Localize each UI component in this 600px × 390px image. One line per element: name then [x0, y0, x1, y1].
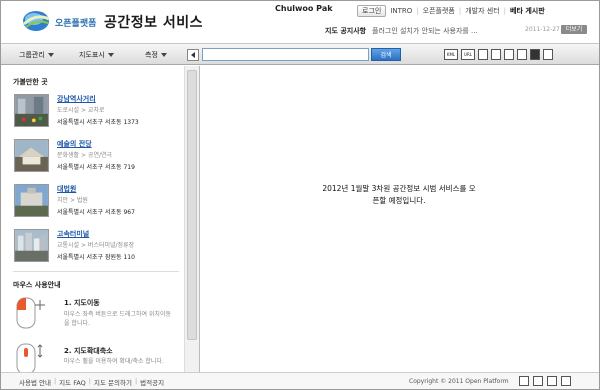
place-item[interactable]: 강남역사거리 도로시설 > 교차로 서울특별시 서초구 서초동 1373 [14, 94, 179, 132]
place-photo[interactable] [14, 184, 49, 217]
place-address: 서울특별시 서초구 서초동 719 [57, 164, 135, 171]
map-view[interactable]: 2012년 1월말 3차원 공간정보 시범 서비스를 오픈할 예정입니다. [201, 66, 599, 372]
chevron-down-icon [107, 53, 114, 57]
footer-link-faq[interactable]: 지도 FAQ [59, 377, 86, 387]
url-icon[interactable]: URL [461, 49, 475, 60]
chevron-down-icon [160, 53, 167, 57]
ruler-icon[interactable] [543, 49, 553, 60]
place-address: 서울특별시 서초구 잠원동 110 [57, 254, 135, 261]
notice-date: 2011-12-27 [525, 26, 560, 33]
section-title-places: 가볼만한 곳 [13, 78, 48, 86]
user-name: Chulwoo Pak [275, 4, 333, 13]
place-address: 서울특별시 서초구 서초동 967 [57, 209, 135, 216]
header: 오픈플랫폼 공간정보 서비스 Chulwoo Pak 로그인 INTRO | 오… [1, 1, 599, 43]
footer-link-legal[interactable]: 법적공지 [140, 377, 164, 387]
top-link-beta-board[interactable]: 베타 게시판 [510, 6, 545, 16]
place-category: 치안 > 법원 [57, 197, 88, 204]
menu-label: 측정 [145, 51, 158, 59]
separator: | [503, 7, 506, 15]
sidebar: 가볼만한 곳 강남역사거리 도로시설 > 교차로 서울특별시 서초구 서초동 1… [1, 66, 200, 375]
edit-icon[interactable] [517, 49, 527, 60]
map-message: 2012년 1월말 3차원 공간정보 시범 서비스를 오픈할 예정입니다. [322, 184, 476, 205]
scroll-thumb[interactable] [187, 70, 197, 340]
download-icon[interactable] [533, 376, 543, 386]
place-category: 문화생활 > 공연/연극 [57, 152, 113, 159]
menu-measure[interactable]: 측정 [145, 50, 167, 60]
separator: | [134, 377, 138, 385]
save-icon[interactable] [478, 49, 488, 60]
collapse-sidebar-button[interactable] [187, 49, 199, 61]
place-item[interactable]: 고속터미널 교통시설 > 버스터미널/정류장 서울특별시 서초구 잠원동 110 [14, 229, 179, 267]
page-title: 공간정보 서비스 [104, 15, 204, 31]
place-item[interactable]: 예술의 전당 문화생활 > 공연/연극 서울특별시 서초구 서초동 719 [14, 139, 179, 177]
mouse-guide-desc: 마우스 좌측 버튼으로 드래그하여 위치이동을 합니다. [64, 311, 171, 327]
sidebar-scrollbar[interactable] [184, 66, 199, 372]
mouse-guide-title: 1. 지도이동 [64, 299, 100, 307]
separator: | [53, 377, 57, 385]
notice-link[interactable]: 플러그인 설치가 안되는 사용자를 ... [372, 26, 478, 36]
footer-links: 사용법 안내 | 지도 FAQ | 지도 문의하기 | 법적공지 [19, 377, 164, 387]
toolbar: 그룹관리 지도표시 측정 검색 KML URL [1, 43, 599, 65]
search-button[interactable]: 검색 [371, 48, 401, 61]
footer-tools [519, 376, 571, 386]
menu-label: 그룹관리 [19, 51, 45, 59]
menu-group-manage[interactable]: 그룹관리 [19, 50, 54, 60]
kml-icon[interactable]: KML [444, 49, 458, 60]
divider [13, 271, 179, 272]
footer-link-usage-guide[interactable]: 사용법 안내 [19, 377, 51, 387]
mouse-guide-desc: 마우스 휠을 이용하여 확대/축소 합니다. [64, 358, 164, 365]
mouse-drag-icon [16, 297, 45, 329]
place-name[interactable]: 강남역사거리 [57, 94, 96, 104]
place-photo[interactable] [14, 94, 49, 127]
place-category: 도로시설 > 교차로 [57, 107, 105, 114]
top-link-open-platform[interactable]: 오픈플랫폼 [423, 6, 455, 16]
notice-label: 지도 공지사항 [325, 27, 367, 35]
brand-label: 오픈플랫폼 [55, 19, 97, 29]
separator: | [88, 377, 91, 385]
footer-link-inquiry[interactable]: 지도 문의하기 [94, 377, 132, 387]
section-title-mouse-guide: 마우스 사용안내 [13, 281, 61, 289]
place-item[interactable]: 대법원 치안 > 법원 서울특별시 서초구 서초동 967 [14, 184, 179, 222]
top-links: 로그인 INTRO | 오픈플랫폼 | 개발자 센터 | 베타 게시판 [357, 5, 545, 17]
top-link-intro[interactable]: INTRO [390, 7, 412, 15]
globe-logo-icon[interactable] [21, 9, 51, 33]
trash-icon[interactable] [561, 376, 571, 386]
mouse-guide-title: 2. 지도확대축소 [64, 347, 113, 355]
menu-label: 지도표시 [79, 51, 105, 59]
place-photo[interactable] [14, 229, 49, 262]
print-icon[interactable] [491, 49, 501, 60]
place-name[interactable]: 대법원 [57, 184, 76, 194]
separator: | [416, 7, 419, 15]
search-input[interactable] [202, 48, 369, 61]
top-link-developer-center[interactable]: 개발자 센터 [465, 6, 499, 16]
save-image-icon[interactable] [504, 49, 514, 60]
place-photo[interactable] [14, 139, 49, 172]
place-address: 서울특별시 서초구 서초동 1373 [57, 119, 139, 126]
login-button[interactable]: 로그인 [357, 5, 387, 17]
place-name[interactable]: 예술의 전당 [57, 139, 92, 149]
notice-more-button[interactable]: 더보기 [561, 25, 587, 34]
place-category: 교통시설 > 버스터미널/정류장 [57, 242, 135, 249]
menu-map-display[interactable]: 지도표시 [79, 50, 114, 60]
separator: | [458, 7, 462, 15]
copyright: Copyright © 2011 Open Platform [409, 378, 509, 385]
footer: 사용법 안내 | 지도 FAQ | 지도 문의하기 | 법적공지 Copyrig… [1, 372, 599, 389]
app-window: 오픈플랫폼 공간정보 서비스 Chulwoo Pak 로그인 INTRO | 오… [0, 0, 600, 390]
chevron-down-icon [47, 53, 54, 57]
search-icon[interactable] [547, 376, 557, 386]
upload-icon[interactable] [519, 376, 529, 386]
erase-icon[interactable] [530, 49, 540, 60]
map-tools: KML URL [444, 49, 553, 60]
place-name[interactable]: 고속터미널 [57, 229, 89, 239]
